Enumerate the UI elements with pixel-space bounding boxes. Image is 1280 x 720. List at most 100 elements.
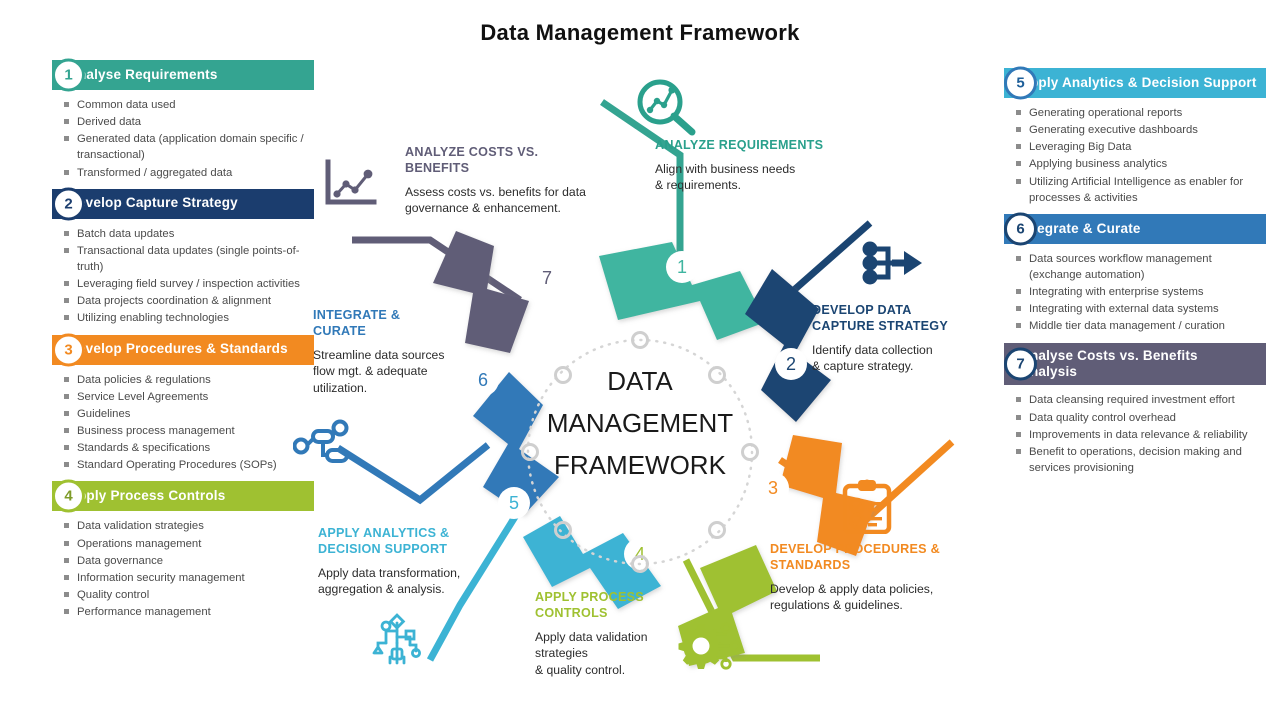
node-network-icon — [292, 418, 355, 471]
panel-header-2[interactable]: 2 Develop Capture Strategy — [52, 187, 314, 221]
panel-title-5: Apply Analytics & Decision Support — [1020, 74, 1257, 90]
ring-badge-2-text: 2 — [786, 354, 796, 374]
list-item: Derived data — [64, 114, 314, 130]
spoke-title-line: BENEFITS — [405, 160, 470, 175]
spoke-desc-analytics: Apply data transformation, aggregation &… — [318, 565, 513, 598]
ring-badge-4-text: 4 — [635, 544, 645, 564]
spoke-title-line: DEVELOP DATA — [812, 303, 912, 317]
panel-badge-5: 5 — [1004, 66, 1037, 100]
spoke-title-line: ANALYZE COSTS VS. — [405, 145, 539, 159]
list-item: Data sources workflow management (exchan… — [1016, 251, 1266, 283]
list-item: Generating operational reports — [1016, 105, 1266, 121]
list-item: Data quality control overhead — [1016, 410, 1266, 426]
panel-title-7: Analyse Costs vs. Benefits Analysis — [1020, 347, 1198, 380]
panel-bullets-4: Data validation strategies Operations ma… — [14, 518, 314, 620]
panel-apply-process-controls[interactable]: 4 Apply Process Controls Data validation… — [14, 479, 314, 620]
list-item: Standard Operating Procedures (SOPs) — [64, 457, 314, 473]
panel-apply-analytics-decision-support[interactable]: 5 Apply Analytics & Decision Support Gen… — [966, 66, 1266, 206]
panel-badge-1: 1 — [52, 58, 85, 92]
page-title: Data Management Framework — [480, 20, 800, 45]
ring-badge-1-text: 1 — [677, 257, 687, 277]
panel-develop-procedures-standards[interactable]: 3 Develop Procedures & Standards Data po… — [14, 333, 314, 474]
list-item: Guidelines — [64, 406, 314, 422]
list-item: Leveraging Big Data — [1016, 139, 1266, 155]
panel-analyse-costs-benefits[interactable]: 7 Analyse Costs vs. Benefits Analysis Da… — [966, 342, 1266, 477]
spoke-desc-analyze-requirements: Align with business needs & requirements… — [655, 161, 870, 194]
spoke-desc-line: flow mgt. & adequate — [313, 364, 428, 379]
spoke-desc-line: & requirements. — [655, 178, 742, 193]
ring-badge-5[interactable]: 5 — [498, 487, 530, 519]
spoke-title-procedures: DEVELOP PROCEDURES & STANDARDS — [770, 542, 985, 574]
spoke-title-line: INTEGRATE & — [313, 308, 401, 322]
list-item: Integrating with enterprise systems — [1016, 284, 1266, 300]
panel-bullets-2: Batch data updates Transactional data up… — [14, 226, 314, 327]
spoke-desc-line: utilization. — [313, 380, 368, 395]
center-title-line3: FRAMEWORK — [554, 450, 727, 480]
spoke-desc-capture: Identify data collection & capture strat… — [812, 342, 997, 375]
spoke-title-line: APPLY PROCESS — [535, 590, 644, 604]
connector-7 — [352, 236, 522, 303]
center-title-line2: MANAGEMENT — [547, 408, 733, 438]
spoke-title-line: DEVELOP PROCEDURES & — [770, 542, 940, 556]
ring-badge-3[interactable]: 3 — [757, 472, 789, 504]
ring-badge-3-text: 3 — [768, 478, 778, 498]
list-item: Quality control — [64, 587, 314, 603]
list-item: Data validation strategies — [64, 518, 314, 534]
center-title-line1: DATA — [607, 366, 673, 396]
spoke-desc-procedures: Develop & apply data policies, regulatio… — [770, 581, 985, 614]
list-item: Middle tier data management / curation — [1016, 318, 1266, 334]
ring-badge-1[interactable]: 1 — [666, 251, 698, 283]
list-item: Standards & specifications — [64, 440, 314, 456]
panel-analyse-requirements[interactable]: 1 Analyse Requirements Common data used … — [14, 58, 314, 181]
spoke-desc-line: & capture strategy. — [812, 359, 914, 374]
slide-canvas: Data Management Framework 1 Analyse Requ… — [0, 0, 1280, 720]
panel-badge-7: 7 — [1004, 347, 1037, 381]
gear-circuit-icon — [674, 620, 741, 677]
list-item: Data policies & regulations — [64, 372, 314, 388]
panel-title-4: Apply Process Controls — [68, 488, 226, 504]
panel-bullets-5: Generating operational reports Generatin… — [966, 105, 1266, 206]
panel-integrate-curate[interactable]: 6 Integrate & Curate Data sources workfl… — [966, 212, 1266, 335]
spoke-analyze-costs[interactable]: ANALYZE COSTS VS. BENEFITS Assess costs … — [405, 145, 600, 217]
spoke-analyze-requirements[interactable]: ANALYZE REQUIREMENTS Align with business… — [655, 138, 870, 194]
panel-header-1[interactable]: 1 Analyse Requirements — [52, 58, 314, 92]
panel-title-2: Develop Capture Strategy — [68, 195, 238, 211]
ring-badge-2[interactable]: 2 — [775, 348, 807, 380]
list-item: Performance management — [64, 604, 314, 620]
panel-title-3: Develop Procedures & Standards — [68, 341, 288, 357]
list-item: Common data used — [64, 97, 314, 113]
spoke-desc-line: Apply data transformation, — [318, 565, 461, 580]
spoke-desc-line: Align with business needs — [655, 161, 796, 176]
spoke-develop-capture-strategy[interactable]: DEVELOP DATA CAPTURE STRATEGY Identify d… — [812, 303, 997, 375]
panel-header-6[interactable]: 6 Integrate & Curate — [1004, 212, 1266, 246]
panel-header-3[interactable]: 3 Develop Procedures & Standards — [52, 333, 314, 367]
merge-arrow-icon — [862, 240, 924, 291]
spoke-title-line: STANDARDS — [770, 557, 851, 572]
spoke-desc-line: Streamline data sources — [313, 347, 445, 362]
spoke-desc-line: Assess costs vs. benefits for data — [405, 184, 586, 199]
spoke-title-line: DECISION SUPPORT — [318, 541, 448, 556]
list-item: Applying business analytics — [1016, 156, 1266, 172]
panel-develop-capture-strategy[interactable]: 2 Develop Capture Strategy Batch data up… — [14, 187, 314, 327]
list-item: Improvements in data relevance & reliabi… — [1016, 427, 1266, 443]
list-item: Transformed / aggregated data — [64, 165, 314, 181]
magnifier-chart-icon — [634, 78, 698, 141]
panel-title-6: Integrate & Curate — [1020, 220, 1141, 236]
spoke-title-process: APPLY PROCESS CONTROLS — [535, 590, 720, 622]
panel-header-5[interactable]: 5 Apply Analytics & Decision Support — [1004, 66, 1266, 100]
left-panel-column: 1 Analyse Requirements Common data used … — [14, 58, 314, 628]
spoke-desc-integrate: Streamline data sources flow mgt. & adeq… — [313, 347, 488, 397]
panel-title-1: Analyse Requirements — [68, 66, 218, 82]
spoke-develop-procedures[interactable]: DEVELOP PROCEDURES & STANDARDS Develop &… — [770, 542, 985, 614]
spoke-title-line: CAPTURE STRATEGY — [812, 318, 949, 333]
spoke-title-analytics: APPLY ANALYTICS & DECISION SUPPORT — [318, 526, 513, 558]
list-item: Utilizing enabling technologies — [64, 310, 314, 326]
spoke-integrate-curate[interactable]: INTEGRATE & CURATE Streamline data sourc… — [313, 308, 488, 397]
spoke-desc-costs: Assess costs vs. benefits for data gover… — [405, 184, 600, 217]
ring-badge-7[interactable]: 7 — [531, 262, 563, 294]
circuit-tree-icon — [366, 613, 428, 670]
panel-header-7[interactable]: 7 Analyse Costs vs. Benefits Analysis — [1004, 342, 1266, 386]
list-item: Service Level Agreements — [64, 389, 314, 405]
spoke-apply-analytics[interactable]: APPLY ANALYTICS & DECISION SUPPORT Apply… — [318, 526, 513, 598]
panel-header-4[interactable]: 4 Apply Process Controls — [52, 479, 314, 513]
